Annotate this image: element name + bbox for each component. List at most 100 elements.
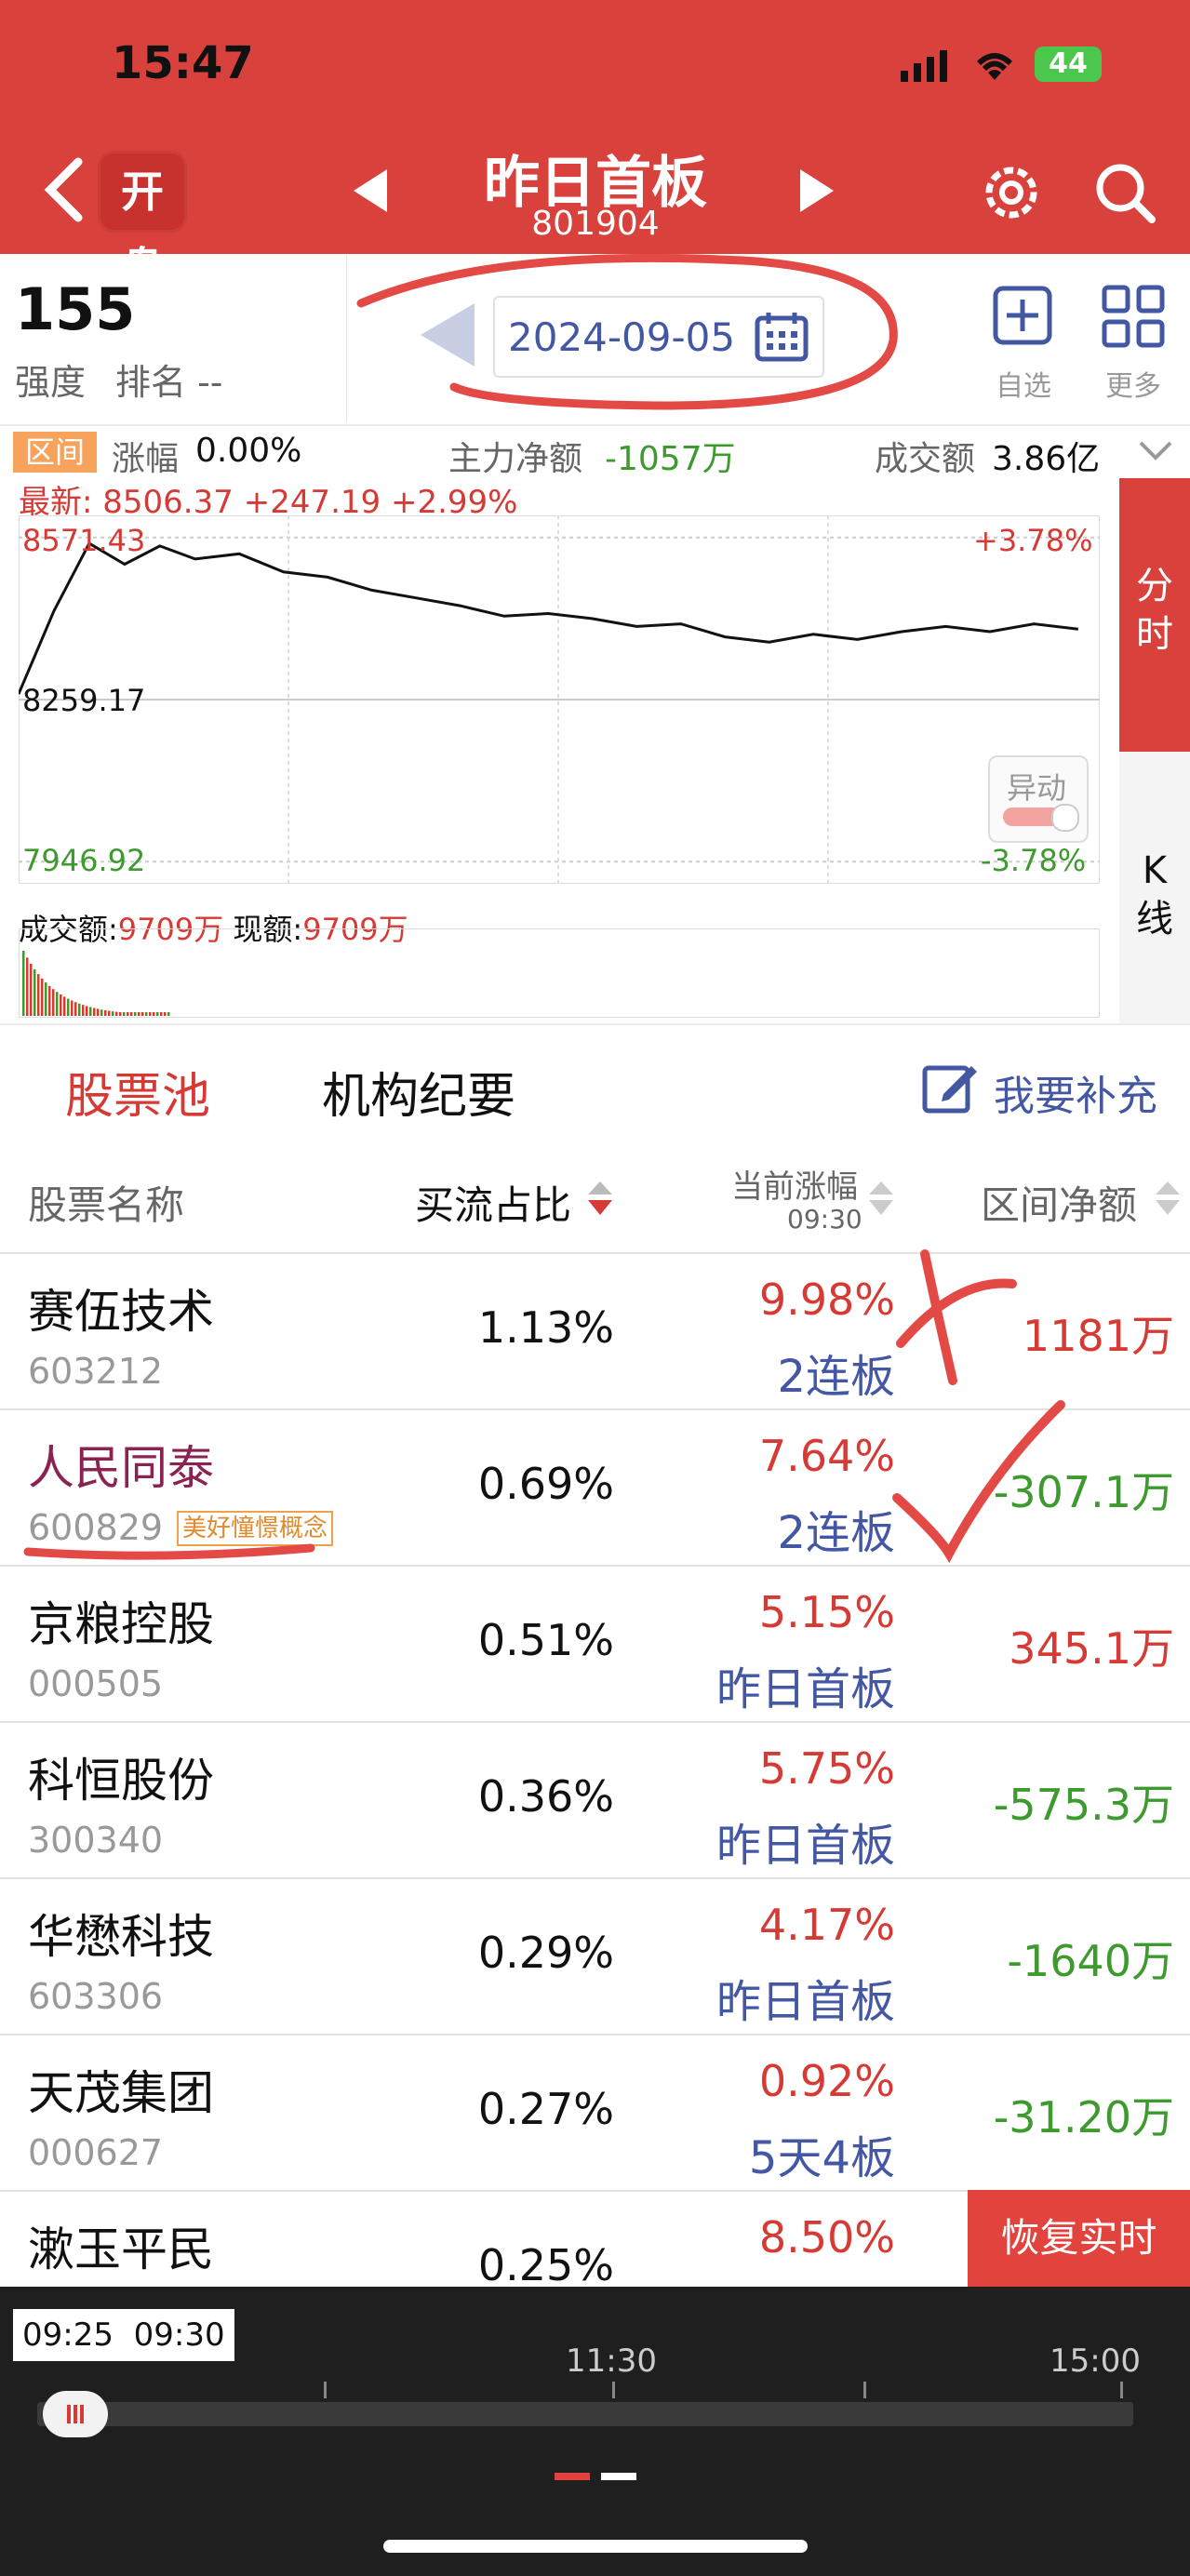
volume-bar (153, 1012, 155, 1016)
timeline-handle[interactable] (43, 2391, 108, 2437)
col-ratio[interactable]: 买流占比 (415, 1174, 571, 1231)
current-change: 5.75% (758, 1743, 895, 1794)
wifi-icon (971, 47, 1018, 86)
volume-bar (33, 968, 36, 1016)
tick (612, 2382, 615, 2398)
restore-realtime-button[interactable]: 恢复实时 (968, 2190, 1190, 2287)
volume-bar (86, 1006, 88, 1016)
volume-bar (74, 1002, 77, 1016)
divider (346, 255, 347, 422)
turnover-label: 成交额 (875, 440, 976, 478)
current-change: 4.17% (758, 1900, 895, 1950)
search-icon[interactable] (1090, 158, 1159, 231)
main-net-label: 主力净额 (448, 440, 583, 478)
interval-badge-label: 区间 (24, 434, 85, 470)
battery-level: 44 (1049, 47, 1088, 80)
app-header: 15:47 44 开盘 昨日首板 801904 (0, 0, 1190, 293)
volume-bar (123, 1012, 126, 1016)
board-tag: 昨日首板 (715, 1976, 895, 2028)
sort-icon[interactable] (586, 1180, 614, 1221)
volume-bar (45, 982, 47, 1016)
divider (0, 424, 1190, 426)
volume-bar (89, 1007, 92, 1016)
alert-toggle[interactable]: 异动 (988, 755, 1089, 843)
current-change: 7.64% (758, 1431, 895, 1481)
add-watch-label: 自选 (996, 370, 1051, 403)
y-label-mid: 8259.17 (22, 683, 146, 718)
home-indicator[interactable] (383, 2540, 808, 2553)
current-change: 9.98% (758, 1275, 895, 1325)
rank-label: 排名 -- (115, 362, 223, 403)
interval-net: -575.3万 (993, 1780, 1174, 1830)
volume-bars (22, 951, 170, 1016)
price-line (19, 541, 1078, 695)
tab-kline[interactable]: K线 (1119, 752, 1190, 1023)
volume-bar (48, 985, 51, 1016)
tab-institution[interactable]: 机构纪要 (322, 1057, 515, 1127)
next-icon[interactable] (796, 167, 837, 218)
volume-bar (119, 1012, 122, 1016)
volume-bar (145, 1012, 148, 1016)
status-time: 15:47 (112, 37, 254, 89)
buy-flow-ratio: 0.69% (477, 1459, 614, 1509)
table-row[interactable]: 科恒股份 300340 0.36% 5.75% 昨日首板 -575.3万 (0, 1723, 1190, 1879)
volume-bar (63, 996, 66, 1016)
y-label-top: 8571.43 (22, 523, 146, 558)
annotation-underline (22, 1537, 320, 1568)
grid-icon[interactable] (1102, 285, 1165, 352)
sector-code: 801904 (531, 205, 660, 243)
volume-bar (127, 1012, 129, 1016)
volume-bar (164, 1012, 167, 1016)
col-current-time: 09:30 (787, 1204, 862, 1235)
main-net-value: -1057万 (605, 440, 736, 478)
supplement-button[interactable]: 我要补充 (994, 1062, 1157, 1122)
chevron-down-icon[interactable] (1137, 437, 1174, 469)
sort-icon[interactable] (1154, 1180, 1182, 1221)
strength-label: 强度 (15, 362, 87, 403)
volume-bar (26, 957, 29, 1016)
volume-bar (52, 989, 55, 1016)
timeline-track[interactable] (37, 2402, 1133, 2426)
edit-icon[interactable] (921, 1059, 979, 1120)
col-current-pct[interactable]: 当前涨幅 (731, 1161, 858, 1207)
table-row[interactable]: 京粮控股 000505 0.51% 5.15% 昨日首板 345.1万 (0, 1567, 1190, 1723)
toggle-switch[interactable] (1003, 804, 1079, 832)
sort-icon[interactable] (867, 1180, 895, 1221)
add-watch-icon[interactable] (992, 285, 1053, 350)
tab-kline-label: K线 (1136, 849, 1173, 941)
tick (324, 2382, 327, 2398)
interval-net: -31.20万 (993, 2092, 1174, 2142)
back-icon[interactable] (41, 156, 86, 227)
volume-bar (130, 1012, 133, 1016)
more-label: 更多 (1105, 370, 1161, 403)
intraday-chart[interactable] (19, 515, 1100, 884)
table-row[interactable]: 华懋科技 603306 0.29% 4.17% 昨日首板 -1640万 (0, 1879, 1190, 2035)
tab-time-label: 分时 (1136, 565, 1173, 656)
chart-line-group (19, 541, 1078, 695)
current-change: 8.50% (758, 2212, 895, 2262)
stock-code: 603306 (28, 1976, 164, 2017)
interval-net: 345.1万 (1009, 1623, 1174, 1674)
volume-bar (104, 1009, 107, 1016)
current-change: 0.92% (758, 2056, 895, 2106)
volume-bar (78, 1003, 81, 1016)
volume-bar (82, 1005, 85, 1016)
timeline-panel: 09:25 09:30 11:30 15:00 (0, 2287, 1190, 2576)
col-net[interactable]: 区间净额 (981, 1174, 1137, 1231)
restore-realtime-label: 恢复实时 (1000, 2215, 1157, 2261)
stock-code: 603212 (28, 1351, 164, 1392)
tab-stock-pool[interactable]: 股票池 (65, 1057, 210, 1127)
open-market-badge[interactable]: 开盘 (100, 153, 184, 293)
tab-time[interactable]: 分时 (1119, 478, 1190, 752)
stock-code: 000627 (28, 2132, 164, 2173)
divider (0, 1023, 1190, 1025)
page-indicator-active (555, 2473, 590, 2480)
gear-icon[interactable] (977, 158, 1046, 231)
prev-icon[interactable] (350, 167, 391, 218)
buy-flow-ratio: 0.25% (477, 2240, 614, 2290)
stock-name: 天茂集团 (28, 2066, 214, 2120)
volume-bar (22, 951, 25, 1016)
table-row[interactable]: 天茂集团 000627 0.27% 0.92% 5天4板 -31.20万 (0, 2035, 1190, 2192)
stock-code: 000505 (28, 1663, 164, 1704)
timeline-range-text: 09:25 09:30 (22, 2316, 225, 2354)
